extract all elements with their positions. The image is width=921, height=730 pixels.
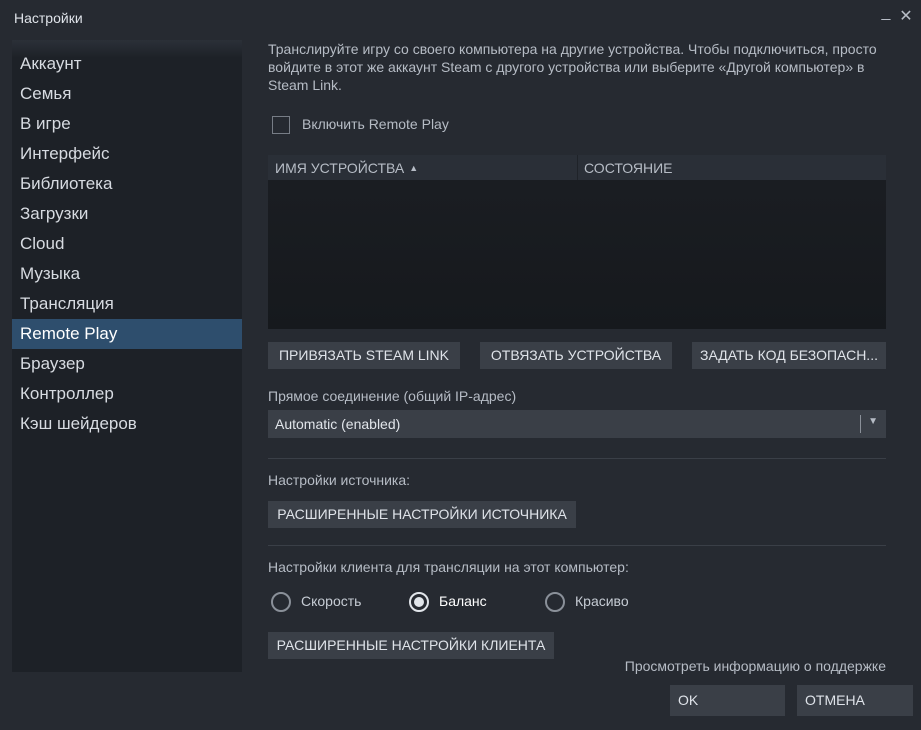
dropdown-divider <box>860 415 861 433</box>
sidebar-item-in-game[interactable]: В игре <box>12 109 242 139</box>
set-security-code-button[interactable]: ЗАДАТЬ КОД БЕЗОПАСН... <box>692 342 886 369</box>
settings-sidebar: Аккаунт Семья В игре Интерфейс Библиотек… <box>12 40 242 672</box>
minimize-icon[interactable]: _ <box>877 4 895 26</box>
radio-beautiful[interactable] <box>545 592 565 612</box>
devices-table: ИМЯ УСТРОЙСТВА ▲ СОСТОЯНИЕ <box>268 155 886 329</box>
sidebar-item-music[interactable]: Музыка <box>12 259 242 289</box>
link-steam-link-button[interactable]: ПРИВЯЗАТЬ STEAM LINK <box>268 342 460 369</box>
radio-balance-label[interactable]: Баланс <box>439 593 487 609</box>
sidebar-item-cloud[interactable]: Cloud <box>12 229 242 259</box>
sidebar-item-library[interactable]: Библиотека <box>12 169 242 199</box>
intro-text: Транслируйте игру со своего компьютера н… <box>268 41 877 93</box>
enable-remote-play-label[interactable]: Включить Remote Play <box>302 116 502 132</box>
source-settings-label: Настройки источника: <box>268 472 411 488</box>
radio-speed-label[interactable]: Скорость <box>301 593 361 609</box>
sidebar-item-remote-play[interactable]: Remote Play <box>12 319 242 349</box>
close-icon[interactable]: ✕ <box>897 6 915 28</box>
title-bar: Настройки _ ✕ <box>0 0 921 36</box>
enable-remote-play-checkbox[interactable] <box>272 116 290 134</box>
ok-button[interactable]: OK <box>670 685 785 716</box>
devices-table-header: ИМЯ УСТРОЙСТВА ▲ СОСТОЯНИЕ <box>268 155 886 180</box>
radio-speed[interactable] <box>271 592 291 612</box>
sidebar-item-interface[interactable]: Интерфейс <box>12 139 242 169</box>
section-divider <box>268 545 886 546</box>
client-settings-label: Настройки клиента для трансляции на этот… <box>268 559 629 575</box>
column-device-name-label: ИМЯ УСТРОЙСТВА <box>275 160 405 176</box>
chevron-down-icon[interactable]: ▼ <box>868 416 878 427</box>
sidebar-item-family[interactable]: Семья <box>12 79 242 109</box>
sidebar-item-browser[interactable]: Браузер <box>12 349 242 379</box>
advanced-source-settings-button[interactable]: РАСШИРЕННЫЕ НАСТРОЙКИ ИСТОЧНИКА <box>268 501 576 528</box>
radio-balance[interactable] <box>409 592 429 612</box>
column-divider <box>577 155 578 180</box>
section-divider <box>268 458 886 459</box>
sidebar-item-downloads[interactable]: Загрузки <box>12 199 242 229</box>
sidebar-item-broadcast[interactable]: Трансляция <box>12 289 242 319</box>
direct-connection-label: Прямое соединение (общий IP-адрес) <box>268 388 517 404</box>
column-device-name[interactable]: ИМЯ УСТРОЙСТВА ▲ <box>275 160 418 176</box>
sidebar-item-account[interactable]: Аккаунт <box>12 49 242 79</box>
sidebar-item-shader-cache[interactable]: Кэш шейдеров <box>12 409 242 439</box>
cancel-button[interactable]: ОТМЕНА <box>797 685 913 716</box>
sidebar-item-controller[interactable]: Контроллер <box>12 379 242 409</box>
radio-beautiful-label[interactable]: Красиво <box>575 593 629 609</box>
advanced-client-settings-button[interactable]: РАСШИРЕННЫЕ НАСТРОЙКИ КЛИЕНТА <box>268 632 554 659</box>
support-info-link[interactable]: Просмотреть информацию о поддержке <box>625 658 886 674</box>
column-status[interactable]: СОСТОЯНИЕ <box>584 160 672 176</box>
direct-connection-value: Automatic (enabled) <box>275 416 401 432</box>
window-title: Настройки <box>14 10 83 26</box>
unlink-devices-button[interactable]: ОТВЯЗАТЬ УСТРОЙСТВА <box>480 342 672 369</box>
direct-connection-select[interactable]: Automatic (enabled) ▼ <box>268 410 886 438</box>
sort-ascending-icon: ▲ <box>409 163 419 173</box>
